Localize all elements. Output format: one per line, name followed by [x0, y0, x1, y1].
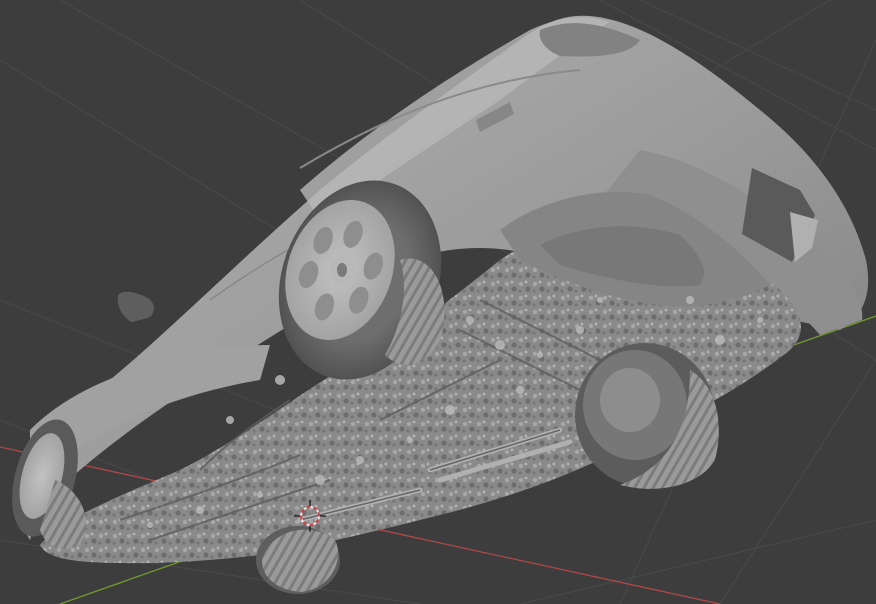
viewport-canvas[interactable]: [0, 0, 876, 604]
rear-right-wheel: [256, 526, 340, 594]
car-model[interactable]: [0, 15, 869, 594]
side-mirror: [117, 291, 154, 322]
3d-viewport[interactable]: [0, 0, 876, 604]
